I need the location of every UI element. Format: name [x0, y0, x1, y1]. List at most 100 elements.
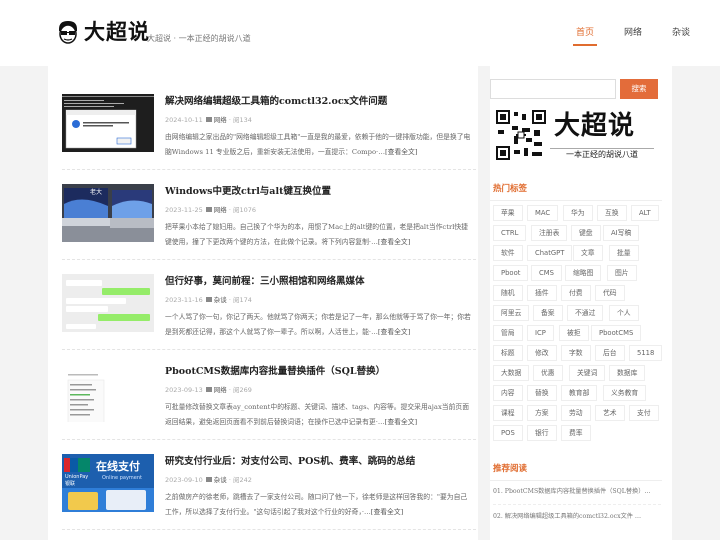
tag-link[interactable]: 5118: [629, 345, 663, 361]
tag-link[interactable]: 后台: [595, 345, 625, 361]
tag-link[interactable]: 代码: [595, 285, 625, 301]
divider: [490, 200, 662, 201]
tag-link[interactable]: 内容: [493, 385, 523, 401]
article-thumbnail[interactable]: 老大: [62, 184, 154, 242]
tag-link[interactable]: 劳动: [561, 405, 591, 421]
tag-link[interactable]: 课程: [493, 405, 523, 421]
article-category[interactable]: 网络: [214, 206, 227, 214]
tag-link[interactable]: 阿里云: [493, 305, 530, 321]
tag-link[interactable]: 大数据: [493, 365, 530, 381]
search-input[interactable]: [490, 79, 616, 99]
tag-link[interactable]: 银行: [527, 425, 557, 441]
article-excerpt: 把苹果小本给了媳妇用。自己换了个华为的本，用惯了Mac上的alt键的位置，老是把…: [165, 220, 471, 249]
tag-link[interactable]: 苹果: [493, 205, 523, 221]
article-category[interactable]: 杂谈: [214, 296, 227, 304]
article-thumbnail[interactable]: [62, 274, 154, 332]
tag-link[interactable]: 字数: [561, 345, 591, 361]
tag-link[interactable]: MAC: [527, 205, 559, 221]
read-more-link[interactable]: [查看全文]: [385, 418, 418, 426]
chat-screenshot-image: [62, 274, 154, 332]
article-views: 1076: [239, 206, 257, 214]
search-button[interactable]: 搜索: [620, 79, 658, 99]
tag-link[interactable]: 华为: [563, 205, 593, 221]
article-thumbnail[interactable]: [62, 94, 154, 152]
nav-item-home[interactable]: 首页: [572, 0, 597, 66]
pay-thumb-unionpay: UnionPay: [65, 474, 88, 480]
tag-link[interactable]: 图片: [607, 265, 637, 281]
tag-link[interactable]: CMS: [531, 265, 562, 281]
tag-link[interactable]: 管局: [493, 325, 523, 341]
tag-link[interactable]: 支付: [629, 405, 659, 421]
article-title[interactable]: 但行好事，莫问前程：三小照相馆和网络黑媒体: [165, 274, 365, 290]
folder-icon: [205, 477, 212, 482]
tag-link[interactable]: 随机: [493, 285, 523, 301]
tag-link[interactable]: 数据库: [609, 365, 646, 381]
tag-link[interactable]: 替换: [527, 385, 557, 401]
tag-link[interactable]: 优惠: [533, 365, 563, 381]
tag-link[interactable]: 艺术: [595, 405, 625, 421]
tag-link[interactable]: 关键词: [569, 365, 606, 381]
nav-item-network[interactable]: 网络: [624, 0, 642, 66]
tag-link[interactable]: ICP: [527, 325, 554, 341]
laptop-caption: 老大: [90, 188, 102, 196]
tag-link[interactable]: ChatGPT: [527, 245, 573, 261]
tag-link[interactable]: 文章: [573, 245, 603, 261]
tag-link[interactable]: 教育部: [561, 385, 598, 401]
folder-icon: [205, 387, 212, 392]
read-more-link[interactable]: [查看全文]: [378, 238, 411, 246]
payment-banner-image: UnionPay 银联 在线支付 Online payment: [62, 454, 154, 512]
article-date: 2024-10-11: [165, 116, 203, 124]
tag-link[interactable]: Pboot: [493, 265, 529, 281]
recommended-item[interactable]: 01. PbootCMS数据库内容批量替换插件（SQL替换）…: [493, 486, 661, 498]
article-title[interactable]: 研究支付行业后：对支付公司、POS机、费率、跳码的总结: [165, 454, 415, 470]
tag-link[interactable]: 付费: [561, 285, 591, 301]
logo-face-icon[interactable]: [57, 20, 79, 44]
article-meta: 2023-09-10 杂谈 · 阅242: [165, 476, 252, 484]
article-title[interactable]: 解决网络编辑超级工具箱的comctl32.ocx文件问题: [165, 94, 387, 110]
folder-icon: [205, 297, 212, 302]
article-title[interactable]: Windows中更改ctrl与alt键互换位置: [165, 184, 331, 200]
tag-link[interactable]: 标题: [493, 345, 523, 361]
site-logo-text[interactable]: 大超说: [84, 18, 150, 46]
tag-link[interactable]: 互换: [597, 205, 627, 221]
tag-link[interactable]: POS: [493, 425, 523, 441]
tag-link[interactable]: 注册表: [531, 225, 568, 241]
article-excerpt-text: 一个人骂了你一句，你记了两天。他就骂了你两天；你若是记了一年，那么他就等于骂了你…: [165, 313, 471, 336]
article-category[interactable]: 网络: [214, 116, 227, 124]
tag-link[interactable]: 被拒: [559, 325, 589, 341]
tag-link[interactable]: 方案: [527, 405, 557, 421]
tag-link[interactable]: CTRL: [493, 225, 527, 241]
article-category[interactable]: 杂谈: [214, 476, 227, 484]
recommended-item[interactable]: 02. 解决网络编辑超级工具箱的comctl32.ocx文件 …: [493, 511, 661, 523]
sidebar: 搜索 大超说 一本正经的胡说八道 热门标签 苹果 MAC 华为 互换 ALT C…: [490, 66, 672, 540]
tag-link[interactable]: 批量: [609, 245, 639, 261]
tag-link[interactable]: 义务教育: [603, 385, 647, 401]
article-title[interactable]: PbootCMS数据库内容批量替换插件（SQL替换）: [165, 364, 385, 380]
read-more-link[interactable]: [查看全文]: [385, 148, 418, 156]
tag-link[interactable]: 修改: [527, 345, 557, 361]
tag-link[interactable]: 插件: [527, 285, 557, 301]
hot-tags-title: 热门标签: [493, 184, 528, 194]
article-item: 解决网络编辑超级工具箱的comctl32.ocx文件问题 2024-10-11 网…: [62, 80, 476, 170]
article-excerpt-text: 把苹果小本给了媳妇用。自己换了个华为的本，用惯了Mac上的alt键的位置，老是把…: [165, 223, 468, 246]
tag-link[interactable]: 键盘: [571, 225, 601, 241]
tag-link[interactable]: 缩略图: [565, 265, 602, 281]
tag-link[interactable]: PbootCMS: [591, 325, 642, 341]
article-category[interactable]: 网络: [214, 386, 227, 394]
read-more-link[interactable]: [查看全文]: [371, 508, 404, 516]
tag-link[interactable]: 不通过: [567, 305, 604, 321]
tag-link[interactable]: 软件: [493, 245, 523, 261]
tag-link[interactable]: 备案: [533, 305, 563, 321]
nav-item-misc[interactable]: 杂谈: [672, 0, 690, 66]
tag-link[interactable]: ALT: [631, 205, 659, 221]
article-thumbnail[interactable]: UnionPay 银联 在线支付 Online payment: [62, 454, 154, 512]
tag-link[interactable]: 个人: [609, 305, 639, 321]
tag-link[interactable]: AI写稿: [603, 225, 640, 241]
menu-screenshot-image: [62, 364, 154, 422]
read-more-link[interactable]: [查看全文]: [378, 328, 411, 336]
article-excerpt: 可批量修改替换文章表ay_content中的标题、关键词、描述、tags、内容等…: [165, 400, 471, 429]
folder-icon: [205, 117, 212, 122]
article-excerpt-text: 由网络编辑之家出品的"网络编辑超级工具箱"一直是我的最爱，依赖于他的一键排版功能…: [165, 133, 471, 156]
article-thumbnail[interactable]: [62, 364, 154, 422]
tag-link[interactable]: 费率: [561, 425, 591, 441]
